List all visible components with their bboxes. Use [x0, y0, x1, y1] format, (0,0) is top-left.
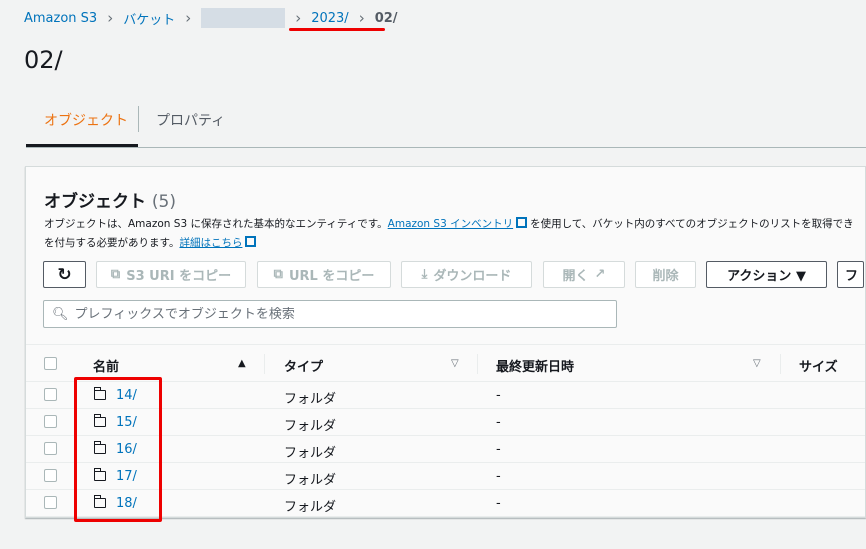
copy-s3-uri-button[interactable]: ⧉ S3 URI をコピー [96, 261, 246, 288]
select-all-checkbox[interactable] [44, 357, 57, 370]
refresh-icon: ↻ [57, 264, 72, 285]
download-icon: ⤓ [421, 267, 428, 282]
button-label: ダウンロード [433, 269, 512, 284]
button-label: 開く [562, 269, 589, 284]
external-link-icon [516, 217, 528, 228]
row-checkbox[interactable] [44, 496, 57, 509]
desc-text: オブジェクトは、Amazon S3 に保存された基本的なエンティティです。 [44, 218, 388, 230]
breadcrumb: Amazon S3 › バケット › › 2023/ › 02/ [24, 8, 398, 28]
panel-title-text: オブジェクト [44, 192, 146, 212]
type-cell: フォルダ [284, 419, 337, 434]
breadcrumb-current: 02/ [374, 10, 398, 26]
column-header-type[interactable]: タイプ [284, 356, 323, 375]
panel-title: オブジェクト (5) [44, 187, 176, 212]
desc-text: を使用して、バケット内のすべてのオブジェクトのリストを取得でき [530, 218, 854, 230]
tab-objects[interactable]: オブジェクト [44, 110, 128, 130]
panel-description: オブジェクトは、Amazon S3 に保存された基本的なエンティティです。Ama… [44, 215, 859, 253]
open-button[interactable]: 開く ↗ [543, 261, 625, 288]
breadcrumb-2023[interactable]: 2023/ [311, 11, 348, 26]
tab-properties[interactable]: プロパティ [156, 110, 225, 130]
column-header-modified[interactable]: 最終更新日時 [496, 356, 574, 375]
modified-cell: - [496, 388, 501, 403]
type-cell: フォルダ [284, 500, 337, 515]
button-label: S3 URI をコピー [126, 269, 232, 284]
breadcrumb-amazon-s3[interactable]: Amazon S3 [24, 11, 97, 26]
chevron-right-icon: › [295, 9, 302, 27]
row-checkbox[interactable] [44, 415, 57, 428]
annotation-box [74, 377, 162, 522]
object-count: (5) [151, 192, 177, 212]
sort-ascending-icon[interactable]: ▲ [238, 358, 246, 369]
delete-button[interactable]: 削除 [635, 261, 696, 288]
chevron-right-icon: › [107, 9, 114, 27]
button-label: 削除 [652, 269, 679, 284]
inventory-link[interactable]: Amazon S3 インベントリ [388, 218, 513, 230]
column-divider[interactable] [264, 354, 265, 374]
annotation-underline [289, 28, 385, 31]
chevron-right-icon: › [185, 9, 192, 27]
column-header-size[interactable]: サイズ [799, 356, 838, 375]
search-box[interactable]: 🔍︎ [43, 300, 617, 328]
download-button[interactable]: ⤓ ダウンロード [401, 261, 532, 288]
modified-cell: - [496, 469, 501, 484]
button-label: フ [845, 269, 859, 284]
chevron-right-icon: › [358, 9, 365, 27]
type-cell: フォルダ [284, 392, 337, 407]
search-input[interactable] [74, 306, 595, 322]
sort-icon[interactable]: ▽ [451, 358, 459, 369]
tab-divider [138, 106, 139, 132]
page-title: 02/ [24, 46, 63, 74]
button-label: アクション ▼ [727, 269, 806, 284]
search-icon: 🔍︎ [52, 306, 69, 322]
type-cell: フォルダ [284, 473, 337, 488]
row-checkbox[interactable] [44, 388, 57, 401]
column-divider[interactable] [477, 354, 478, 374]
copy-icon: ⧉ [110, 267, 121, 282]
actions-dropdown[interactable]: アクション ▼ [706, 261, 827, 288]
learn-more-link[interactable]: 詳細はこちら [179, 237, 242, 249]
tab-bar: オブジェクト プロパティ [26, 100, 866, 148]
active-tab-indicator [26, 144, 138, 147]
desc-text: を付与する必要があります。 [44, 237, 180, 249]
modified-cell: - [496, 496, 501, 511]
modified-cell: - [496, 415, 501, 430]
sort-icon[interactable]: ▽ [753, 358, 761, 369]
column-divider[interactable] [780, 354, 781, 374]
copy-url-button[interactable]: ⧉ URL をコピー [257, 261, 391, 288]
breadcrumb-bucket-redacted[interactable] [201, 8, 286, 28]
row-checkbox[interactable] [44, 469, 57, 482]
copy-icon: ⧉ [273, 267, 283, 282]
breadcrumb-buckets[interactable]: バケット [123, 9, 175, 28]
external-link-icon: ↗ [594, 267, 606, 282]
create-folder-button[interactable]: フ [837, 261, 864, 288]
column-header-name[interactable]: 名前 [93, 356, 119, 375]
row-checkbox[interactable] [44, 442, 57, 455]
external-link-icon [245, 236, 257, 247]
button-label: URL をコピー [288, 269, 375, 284]
type-cell: フォルダ [284, 446, 337, 461]
modified-cell: - [496, 442, 501, 457]
refresh-button[interactable]: ↻ [43, 261, 86, 288]
